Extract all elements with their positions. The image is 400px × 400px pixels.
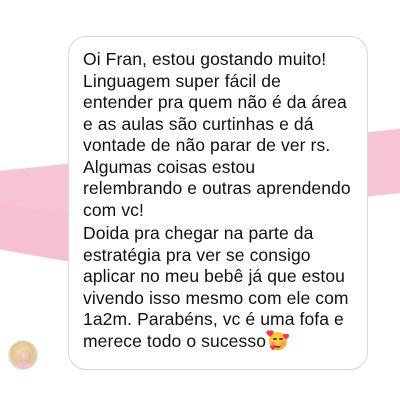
message-paragraph-1: Oi Fran, estou gostando muito! Linguagem… <box>83 49 351 220</box>
emoji-heart <box>283 333 289 340</box>
message-text: Oi Fran, estou gostando muito! Linguagem… <box>83 49 353 352</box>
emoji-eye <box>273 337 278 340</box>
smiling-face-with-hearts-icon <box>267 330 289 350</box>
message-bubble: Oi Fran, estou gostando muito! Linguagem… <box>68 36 368 370</box>
message-paragraph-2-text: Doida pra chegar na parte da estratégia … <box>83 223 349 351</box>
emoji-eye <box>279 337 284 340</box>
screenshot-canvas: Oi Fran, estou gostando muito! Linguagem… <box>0 0 400 400</box>
emoji-mouth <box>275 343 282 348</box>
message-paragraph-2: Doida pra chegar na parte da estratégia … <box>83 223 353 352</box>
emoji-cheek <box>281 341 286 345</box>
emoji-heart <box>267 330 274 337</box>
sender-avatar[interactable] <box>8 340 38 370</box>
